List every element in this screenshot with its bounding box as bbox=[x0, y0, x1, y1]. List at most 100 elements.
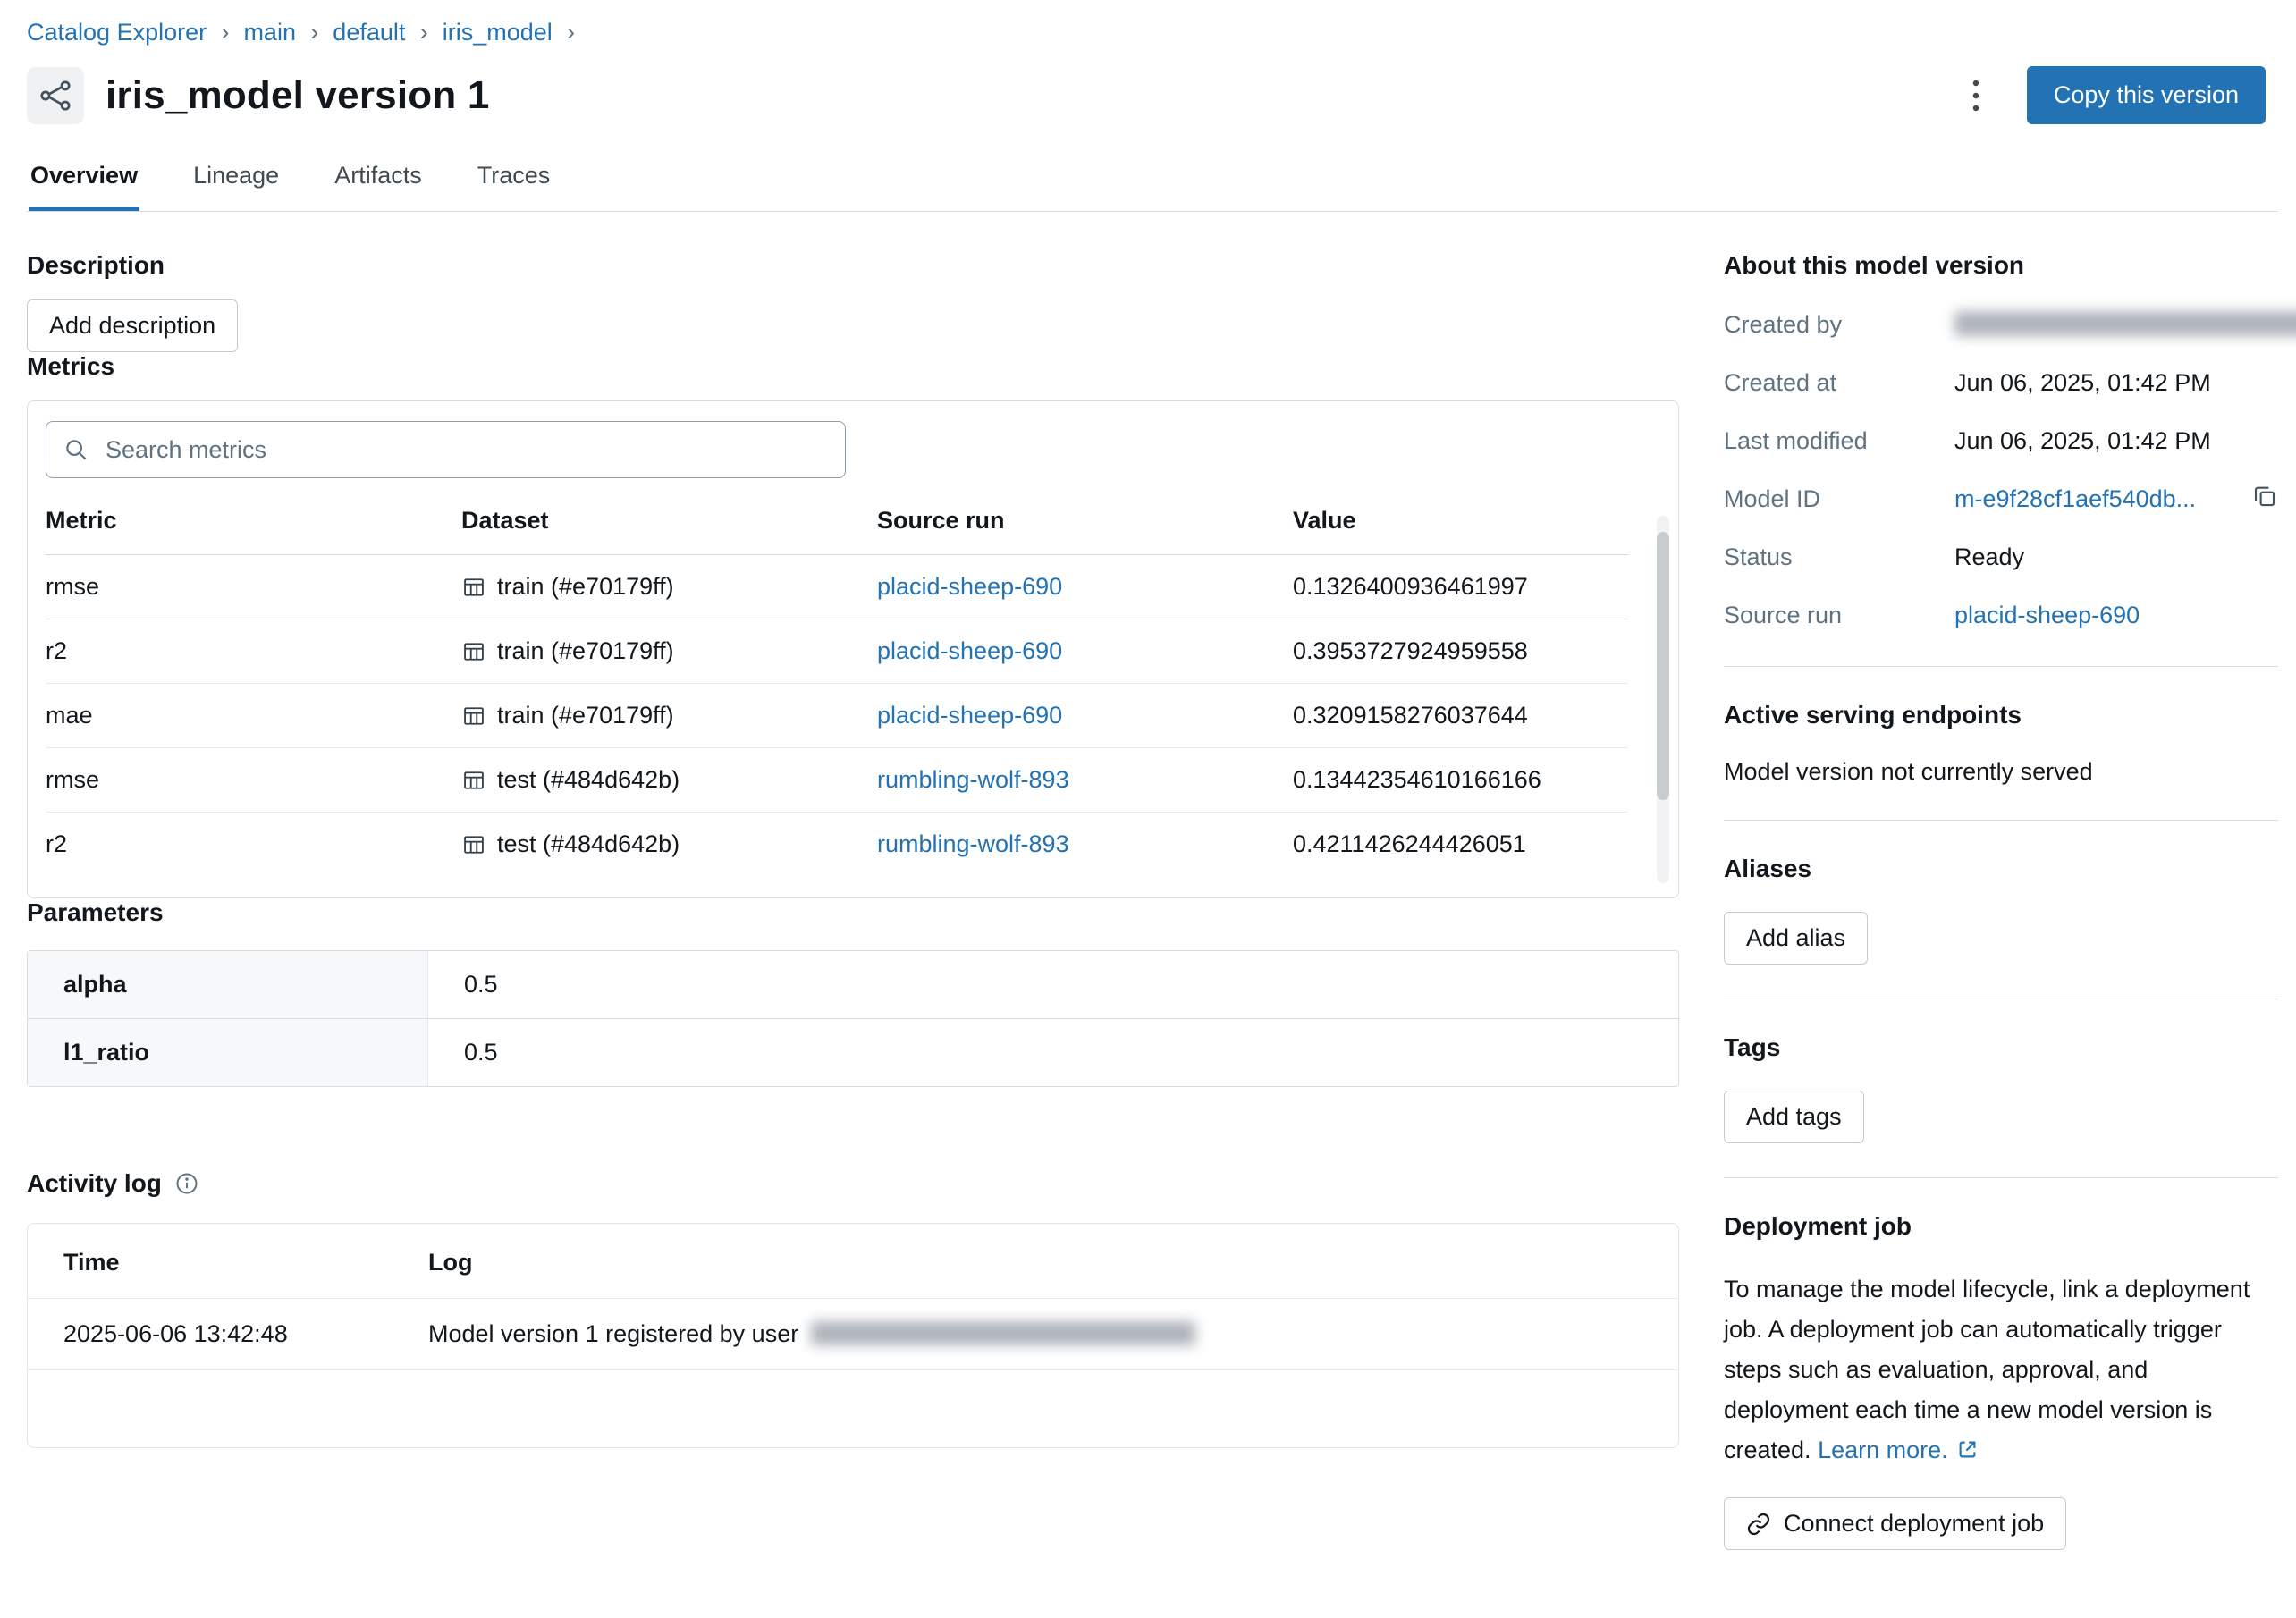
breadcrumb-iris-model[interactable]: iris_model bbox=[443, 19, 553, 46]
redacted-created-by bbox=[1954, 311, 2296, 336]
page-header: iris_model version 1 Copy this version bbox=[27, 66, 2278, 124]
metrics-scrollbar-track[interactable] bbox=[1657, 516, 1669, 883]
kebab-menu-button[interactable] bbox=[1963, 72, 1989, 119]
deployment-text: To manage the model lifecycle, link a de… bbox=[1724, 1276, 2250, 1463]
page: Catalog Explorer › main › default › iris… bbox=[0, 0, 2296, 1550]
deployment-heading: Deployment job bbox=[1724, 1212, 2278, 1241]
tab-lineage[interactable]: Lineage bbox=[191, 151, 281, 211]
column-header-dataset: Dataset bbox=[461, 489, 877, 555]
breadcrumb-catalog-explorer[interactable]: Catalog Explorer bbox=[27, 19, 207, 46]
source-run-link[interactable]: placid-sheep-690 bbox=[877, 702, 1062, 729]
field-label: Created at bbox=[1724, 367, 1954, 400]
field-created-at: Created at Jun 06, 2025, 01:42 PM bbox=[1724, 367, 2278, 400]
tab-artifacts[interactable]: Artifacts bbox=[333, 151, 424, 211]
info-icon[interactable] bbox=[174, 1171, 199, 1196]
activity-log-message: Model version 1 registered by user bbox=[428, 1320, 798, 1347]
copy-model-id-button[interactable] bbox=[2251, 483, 2278, 510]
page-title: iris_model version 1 bbox=[106, 73, 490, 118]
field-label: Model ID bbox=[1724, 483, 1954, 516]
table-row: mae train (#e70179ff) placid-sheep-690 0… bbox=[46, 684, 1628, 748]
source-run-link[interactable]: rumbling-wolf-893 bbox=[877, 766, 1069, 793]
activity-log-header: Activity log bbox=[27, 1169, 1679, 1198]
copy-this-version-button[interactable]: Copy this version bbox=[2027, 66, 2266, 124]
dataset-name: train (#e70179ff) bbox=[497, 573, 674, 601]
metrics-search-input[interactable] bbox=[104, 435, 829, 465]
connect-deployment-job-button[interactable]: Connect deployment job bbox=[1724, 1497, 2066, 1550]
metric-name: mae bbox=[46, 684, 461, 748]
dataset-name: test (#484d642b) bbox=[497, 766, 680, 794]
metrics-scrollbar-thumb[interactable] bbox=[1657, 532, 1669, 800]
table-row: rmse train (#e70179ff) placid-sheep-690 … bbox=[46, 555, 1628, 619]
description-heading: Description bbox=[27, 251, 1679, 280]
table-row: alpha 0.5 bbox=[28, 951, 1678, 1019]
field-label: Status bbox=[1724, 541, 1954, 574]
source-run-link[interactable]: placid-sheep-690 bbox=[1954, 599, 2140, 632]
breadcrumb-separator: › bbox=[221, 18, 229, 46]
field-value: Jun 06, 2025, 01:42 PM bbox=[1954, 367, 2211, 400]
parameter-value: 0.5 bbox=[428, 951, 498, 1018]
metric-value: 0.3953727924959558 bbox=[1293, 619, 1628, 684]
column-header-time: Time bbox=[28, 1249, 428, 1277]
divider bbox=[1724, 1177, 2278, 1178]
breadcrumb-default[interactable]: default bbox=[333, 19, 405, 46]
external-link-icon bbox=[1955, 1437, 1979, 1462]
field-created-by: Created by bbox=[1724, 308, 2278, 341]
tab-traces[interactable]: Traces bbox=[476, 151, 553, 211]
table-row: 2025-06-06 13:42:48 Model version 1 regi… bbox=[28, 1299, 1678, 1370]
model-id-link[interactable]: m-e9f28cf1aef540db... bbox=[1954, 483, 2196, 516]
parameters-heading: Parameters bbox=[27, 898, 1679, 927]
breadcrumb-main[interactable]: main bbox=[243, 19, 296, 46]
kebab-icon bbox=[1971, 78, 1980, 114]
header-actions: Copy this version bbox=[1963, 66, 2278, 124]
column-header-source-run: Source run bbox=[877, 489, 1293, 555]
source-run-link[interactable]: placid-sheep-690 bbox=[877, 573, 1062, 600]
add-tags-button[interactable]: Add tags bbox=[1724, 1091, 1864, 1143]
about-heading: About this model version bbox=[1724, 251, 2278, 280]
field-last-modified: Last modified Jun 06, 2025, 01:42 PM bbox=[1724, 425, 2278, 458]
parameters-table: alpha 0.5 l1_ratio 0.5 bbox=[27, 950, 1679, 1087]
metric-name: rmse bbox=[46, 555, 461, 619]
activity-log-table: Time Log 2025-06-06 13:42:48 Model versi… bbox=[27, 1223, 1679, 1448]
field-label: Last modified bbox=[1724, 425, 1954, 458]
field-source-run: Source run placid-sheep-690 bbox=[1724, 599, 2278, 632]
field-label: Created by bbox=[1724, 308, 1954, 341]
source-run-link[interactable]: placid-sheep-690 bbox=[877, 637, 1062, 664]
divider bbox=[1724, 820, 2278, 821]
tab-overview[interactable]: Overview bbox=[29, 151, 139, 211]
dataset-table-icon bbox=[461, 639, 486, 664]
metric-name: r2 bbox=[46, 813, 461, 877]
deployment-description: To manage the model lifecycle, link a de… bbox=[1724, 1269, 2278, 1471]
column-header-metric: Metric bbox=[46, 489, 461, 555]
metrics-card: Metric Dataset Source run Value rmse tra… bbox=[27, 400, 1679, 898]
metric-name: rmse bbox=[46, 748, 461, 813]
metrics-search-box[interactable] bbox=[46, 421, 846, 478]
add-description-button[interactable]: Add description bbox=[27, 299, 238, 352]
field-status: Status Ready bbox=[1724, 541, 2278, 574]
metric-value: 0.4211426244426051 bbox=[1293, 813, 1628, 877]
parameter-name: alpha bbox=[28, 951, 428, 1018]
source-run-link[interactable]: rumbling-wolf-893 bbox=[877, 830, 1069, 857]
table-row: r2 test (#484d642b) rumbling-wolf-893 0.… bbox=[46, 813, 1628, 877]
tab-bar: Overview Lineage Artifacts Traces bbox=[27, 151, 2278, 212]
table-row: r2 train (#e70179ff) placid-sheep-690 0.… bbox=[46, 619, 1628, 684]
registered-model-icon bbox=[27, 67, 84, 124]
field-model-id: Model ID m-e9f28cf1aef540db... bbox=[1724, 483, 2278, 516]
main-column: Description Add description Metrics bbox=[27, 251, 1679, 1550]
dataset-table-icon bbox=[461, 704, 486, 729]
search-icon bbox=[63, 436, 89, 463]
activity-log-heading: Activity log bbox=[27, 1169, 162, 1198]
dataset-name: train (#e70179ff) bbox=[497, 637, 674, 665]
status-value: Ready bbox=[1954, 541, 2024, 574]
metric-name: r2 bbox=[46, 619, 461, 684]
breadcrumb-separator: › bbox=[567, 18, 575, 46]
copy-icon bbox=[2251, 483, 2278, 510]
metrics-table-header: Metric Dataset Source run Value bbox=[46, 489, 1628, 555]
activity-log-text: Model version 1 registered by user bbox=[428, 1320, 1678, 1348]
learn-more-link[interactable]: Learn more. bbox=[1818, 1437, 1948, 1463]
breadcrumb-separator: › bbox=[310, 18, 318, 46]
dataset-table-icon bbox=[461, 832, 486, 857]
add-alias-button[interactable]: Add alias bbox=[1724, 912, 1868, 965]
table-row: rmse test (#484d642b) rumbling-wolf-893 … bbox=[46, 748, 1628, 813]
serving-status-text: Model version not currently served bbox=[1724, 758, 2278, 786]
breadcrumb: Catalog Explorer › main › default › iris… bbox=[27, 18, 2278, 46]
